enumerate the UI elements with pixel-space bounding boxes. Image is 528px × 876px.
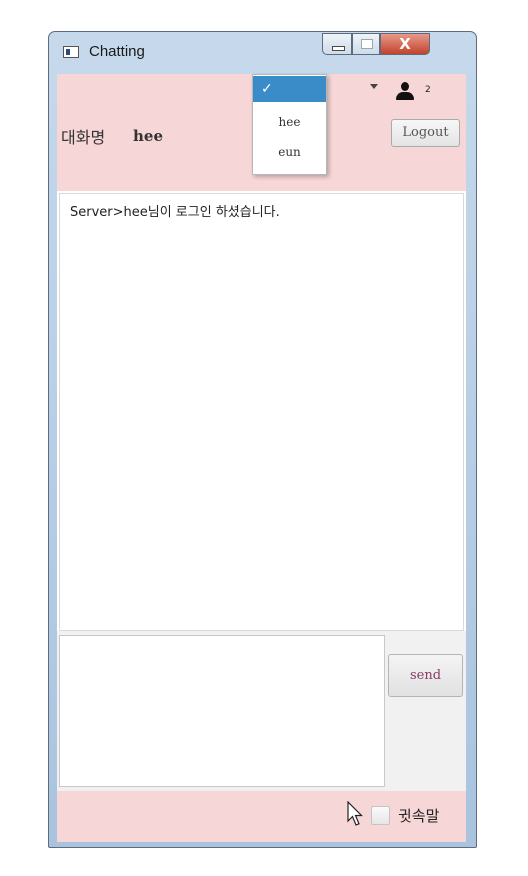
chevron-down-icon[interactable] [370,84,378,89]
chat-message: Server>hee님이 로그인 하셨습니다. [70,205,280,220]
person-icon [395,82,415,102]
whisper-checkbox[interactable] [371,806,390,825]
chat-log[interactable]: Server>hee님이 로그인 하셨습니다. [59,193,464,631]
maximize-button[interactable] [352,33,380,55]
footer-panel: 귓속말 [57,791,466,842]
app-icon [63,46,79,58]
mouse-cursor-icon [347,801,363,826]
composer-panel: send [57,631,466,791]
send-button[interactable]: send [388,654,463,697]
whisper-label: 귓속말 [398,807,440,825]
dropdown-item-hee[interactable]: hee [253,109,326,135]
close-button[interactable]: X [380,33,430,55]
minimize-button[interactable] [322,33,352,55]
message-input[interactable] [59,635,385,787]
check-icon: ✓ [261,81,273,97]
window-title: Chatting [89,43,145,60]
user-count: 2 [425,85,431,95]
dropdown-item-eun[interactable]: eun [253,139,326,165]
dropdown-item-selected[interactable]: ✓ [253,76,326,102]
user-dropdown-menu[interactable]: ✓ hee eun [252,74,327,175]
title-bar[interactable]: Chatting X [49,32,476,74]
client-area: 대화명 hee 2 Logout Server>hee님이 로그인 하셨습니다.… [57,74,466,842]
close-icon: X [399,35,411,53]
user-name: hee [133,127,163,145]
logout-button[interactable]: Logout [391,119,460,147]
room-label: 대화명 [61,128,106,147]
